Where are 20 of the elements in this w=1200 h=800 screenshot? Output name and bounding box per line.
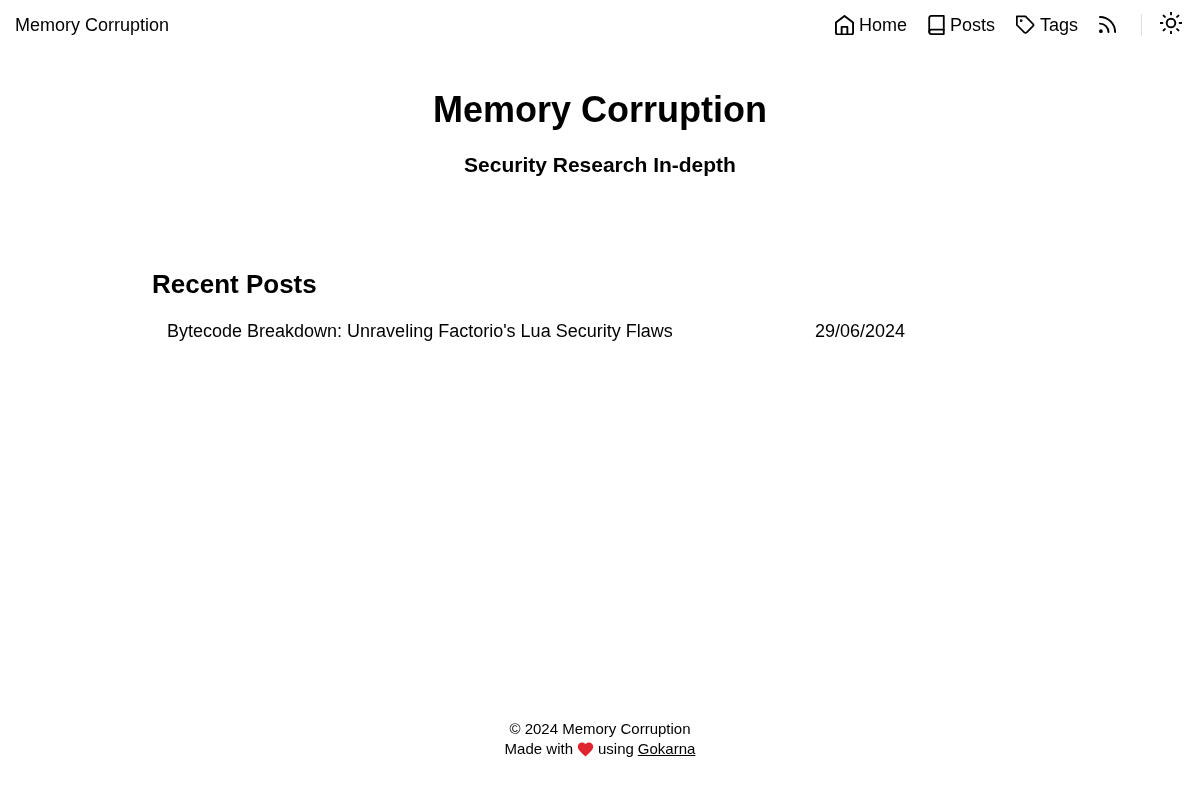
gokarna-link[interactable]: Gokarna: [637, 739, 696, 759]
hero-subtitle: Security Research In-depth: [463, 152, 737, 177]
sun-icon: [1160, 12, 1182, 34]
heart-icon: [577, 741, 594, 757]
footer-text: using: [598, 739, 634, 759]
house-icon: [834, 15, 854, 35]
post-date: 29/06/2024: [815, 320, 906, 342]
hero-title: Memory Corruption: [432, 88, 768, 131]
tags-nav-link[interactable]: Tags: [1015, 14, 1078, 36]
site-title[interactable]: Memory Corruption: [15, 14, 170, 36]
tag-icon: [1015, 15, 1035, 35]
footer-text: Made with: [504, 739, 573, 759]
book-icon: [927, 15, 945, 35]
rss-icon: [1099, 16, 1117, 34]
section-heading: Recent Posts: [152, 269, 318, 300]
copyright-text: © 2024 Memory Corruption: [508, 719, 692, 739]
rss-link[interactable]: [1099, 16, 1117, 34]
post-title-link[interactable]: Bytecode Breakdown: Unraveling Factorio's Lua Security Flaws: [167, 320, 815, 342]
posts-nav-link[interactable]: Posts: [927, 14, 995, 36]
home-nav-link[interactable]: Home: [834, 14, 907, 36]
